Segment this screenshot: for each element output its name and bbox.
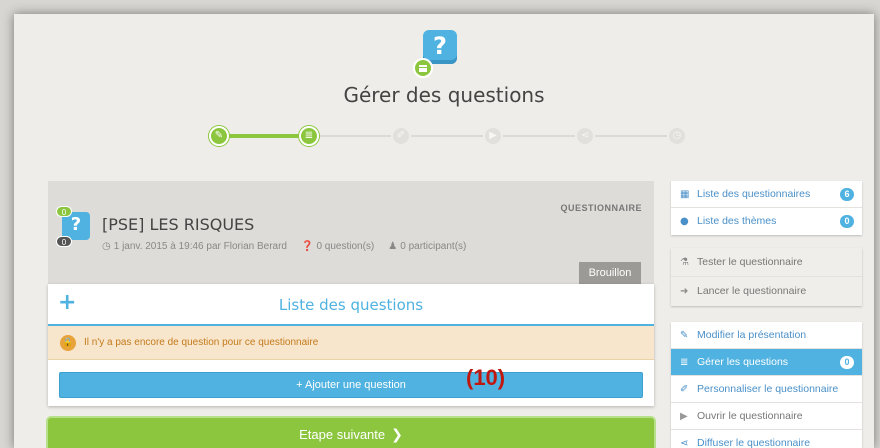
questionnaire-type-label: QUESTIONNAIRE bbox=[560, 203, 642, 213]
drop-icon: ● bbox=[680, 216, 689, 227]
add-question-button[interactable]: + Ajouter une question bbox=[59, 372, 643, 398]
list-badge-icon bbox=[413, 58, 433, 78]
step-share[interactable]: ⋖ bbox=[575, 126, 595, 146]
brush-icon: ✐ bbox=[396, 130, 406, 141]
sidebar-item-label: Liste des questionnaires bbox=[697, 188, 811, 200]
list-icon: ≣ bbox=[680, 357, 689, 368]
sidebar-item-label: Lancer le questionnaire bbox=[697, 285, 807, 297]
sidebar-item-label: Tester le questionnaire bbox=[697, 256, 803, 268]
count-badge: 0 bbox=[840, 215, 854, 228]
clock-icon: ◷ bbox=[102, 241, 111, 252]
next-step-label: Etape suivante bbox=[299, 427, 386, 442]
step-questions[interactable]: ≣ bbox=[299, 126, 319, 146]
pencil-icon: ✎ bbox=[680, 330, 689, 341]
flask-icon: ⚗ bbox=[680, 257, 689, 268]
questionnaire-meta: ◷ 1 janv. 2015 à 19:46 par Florian Berard… bbox=[102, 241, 466, 252]
sidebar-item-label: Gérer les questions bbox=[697, 356, 789, 368]
question-circle-icon: ❓ bbox=[301, 241, 314, 252]
questionnaire-icon: ? 0 0 bbox=[54, 206, 94, 247]
sidebar-item-questionnaires[interactable]: ▦ Liste des questionnaires 6 bbox=[671, 181, 862, 208]
questions-panel: + Liste des questions 🔒 Il n'y a pas enc… bbox=[48, 284, 654, 406]
alert-text: Il n'y a pas encore de question pour ce … bbox=[84, 337, 319, 348]
count-badge: 0 bbox=[840, 356, 854, 369]
sidebar-item-themes[interactable]: ● Liste des thèmes 0 bbox=[671, 208, 862, 235]
grid-icon: ▦ bbox=[680, 189, 690, 200]
sidebar-item-label: Ouvrir le questionnaire bbox=[697, 410, 803, 422]
open-count-badge: 0 bbox=[56, 206, 72, 217]
empty-alert: 🔒 Il n'y a pas encore de question pour c… bbox=[48, 326, 654, 360]
step-presentation[interactable]: ✎ bbox=[209, 126, 229, 146]
sidebar-group-run: ⚗ Tester le questionnaire ➜ Lancer le qu… bbox=[671, 248, 862, 306]
sidebar-item-customize[interactable]: ✐ Personnaliser le questionnaire bbox=[671, 376, 862, 403]
user-icon: ♟ bbox=[388, 241, 398, 252]
sidebar-item-label: Modifier la présentation bbox=[697, 329, 807, 341]
lock-icon: 🔒 bbox=[60, 335, 76, 351]
sidebar-item-label: Diffuser le questionnaire bbox=[697, 437, 811, 448]
app-logo: ? bbox=[413, 28, 463, 80]
step-open[interactable]: ▶ bbox=[483, 126, 503, 146]
list-icon: ≣ bbox=[304, 130, 314, 141]
sidebar-item-share[interactable]: ⋖ Diffuser le questionnaire bbox=[671, 430, 862, 448]
sidebar-item-test[interactable]: ⚗ Tester le questionnaire bbox=[671, 248, 862, 277]
sidebar-group-lists: ▦ Liste des questionnaires 6 ● Liste des… bbox=[671, 181, 862, 235]
sidebar-item-label: Liste des thèmes bbox=[697, 215, 777, 227]
questions-count: 0 question(s) bbox=[316, 241, 375, 252]
stepper-progress bbox=[219, 134, 307, 138]
clock-icon: ◷ bbox=[672, 130, 682, 141]
share-icon: ⋖ bbox=[580, 130, 590, 141]
questions-panel-title: Liste des questions bbox=[278, 296, 424, 314]
play-icon: ▶ bbox=[680, 411, 688, 422]
questionnaire-title: [PSE] LES RISQUES bbox=[102, 215, 255, 234]
app-frame: ? Gérer des questions ✎ ≣ ✐ ▶ ⋖ ◷ ? 0 0 bbox=[14, 14, 874, 448]
sidebar-item-presentation[interactable]: ✎ Modifier la présentation bbox=[671, 322, 862, 349]
questionnaire-card: ? 0 0 [PSE] LES RISQUES QUESTIONNAIRE ◷ 1… bbox=[48, 181, 654, 284]
pencil-icon: ✎ bbox=[214, 130, 224, 141]
step-customize[interactable]: ✐ bbox=[391, 126, 411, 146]
participants-count: 0 participant(s) bbox=[400, 241, 467, 252]
closed-count-badge: 0 bbox=[56, 236, 72, 247]
sidebar-group-edit: ✎ Modifier la présentation ≣ Gérer les q… bbox=[671, 322, 862, 448]
wizard-stepper: ✎ ≣ ✐ ▶ ⋖ ◷ bbox=[209, 126, 689, 146]
sidebar-item-launch[interactable]: ➜ Lancer le questionnaire bbox=[671, 277, 862, 306]
count-badge: 6 bbox=[840, 188, 854, 201]
sidebar-item-label: Personnaliser le questionnaire bbox=[697, 383, 839, 395]
questionnaire-date: 1 janv. 2015 à 19:46 par Florian Berard bbox=[113, 241, 287, 252]
next-step-button[interactable]: Etape suivante ❯ bbox=[48, 418, 654, 448]
sidebar-item-open[interactable]: ▶ Ouvrir le questionnaire bbox=[671, 403, 862, 430]
questions-panel-header: + Liste des questions bbox=[48, 284, 654, 326]
play-icon: ▶ bbox=[489, 130, 497, 141]
chevron-right-icon: ❯ bbox=[391, 427, 403, 443]
step-annotation: (10) bbox=[466, 365, 506, 390]
brush-icon: ✐ bbox=[680, 384, 689, 395]
page-title: Gérer des questions bbox=[343, 83, 545, 107]
status-button[interactable]: Brouillon bbox=[579, 262, 641, 284]
share-icon: ⋖ bbox=[680, 438, 689, 448]
sidebar-item-questions[interactable]: ≣ Gérer les questions 0 bbox=[671, 349, 862, 376]
step-results[interactable]: ◷ bbox=[667, 126, 687, 146]
sign-in-icon: ➜ bbox=[680, 286, 689, 297]
